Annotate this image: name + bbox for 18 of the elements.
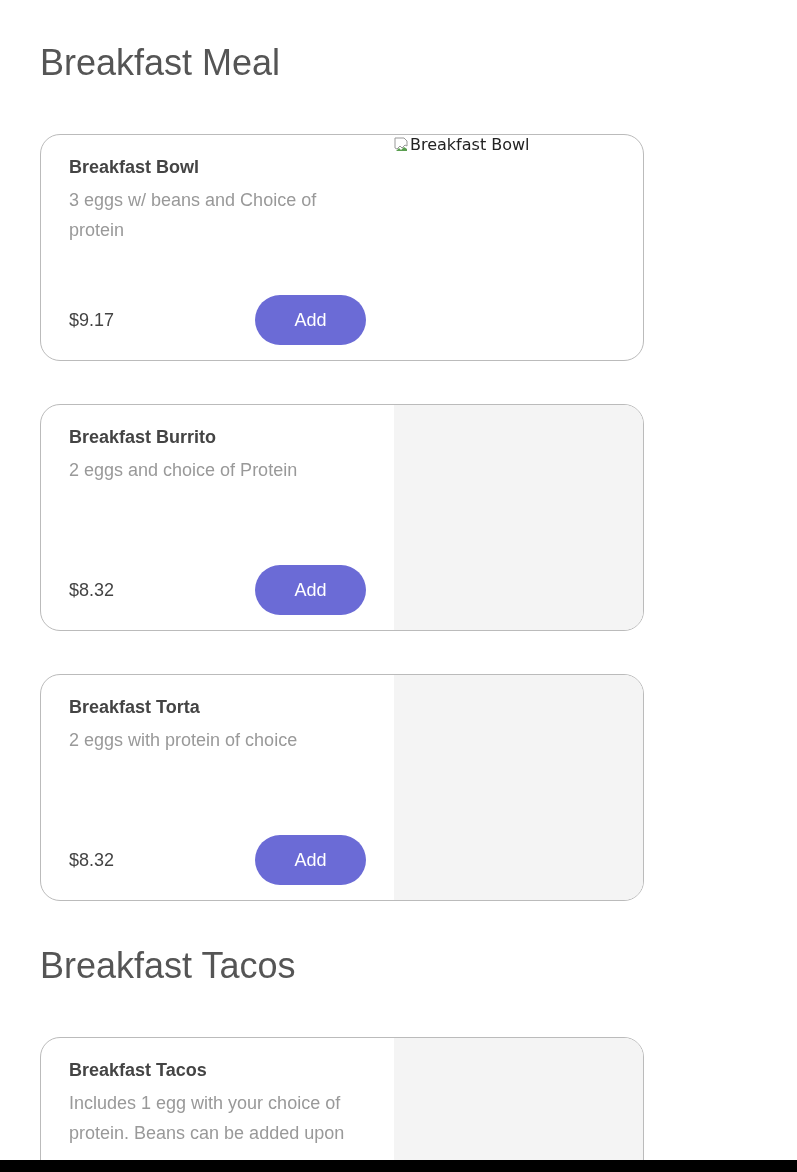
item-name: Breakfast Torta: [69, 696, 201, 718]
item-name: Breakfast Burrito: [69, 426, 218, 448]
item-description: 2 eggs and choice of Protein: [69, 459, 299, 482]
item-name: Breakfast Bowl: [69, 156, 201, 178]
broken-image-icon: [394, 136, 410, 153]
item-description: 2 eggs with protein of choice: [69, 729, 299, 752]
add-button[interactable]: Add: [255, 565, 366, 615]
add-button[interactable]: Add: [255, 295, 366, 345]
image-alt-text: Breakfast Bowl: [410, 135, 530, 154]
item-description: Includes 1 egg with your choice of protein. Beans can be added upon: [69, 1092, 346, 1145]
add-button[interactable]: Add: [255, 835, 366, 885]
item-price: $8.32: [69, 579, 115, 601]
section-heading: Breakfast Tacos: [40, 944, 297, 988]
item-name: Breakfast Tacos: [69, 1059, 208, 1081]
section-heading: Breakfast Meal: [40, 41, 282, 85]
item-description: 3 eggs w/ beans and Choice of protein: [69, 189, 318, 242]
item-price: $8.32: [69, 849, 115, 871]
item-price: $9.17: [69, 309, 115, 331]
